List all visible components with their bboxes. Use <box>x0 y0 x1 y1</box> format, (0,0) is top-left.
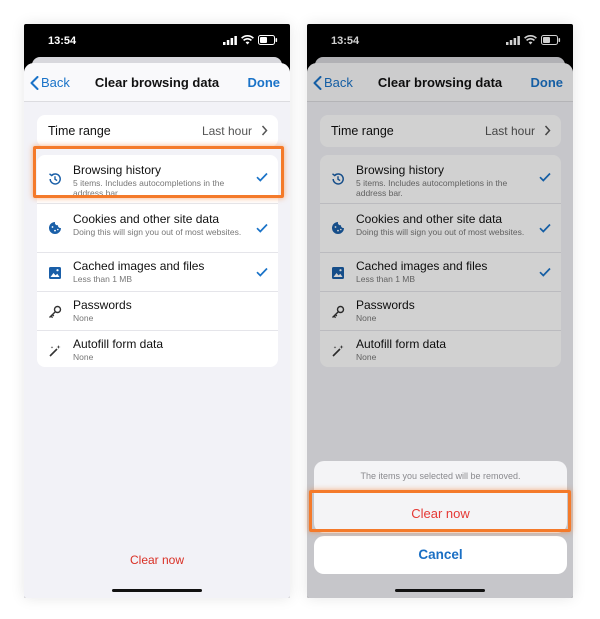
item-subtitle: None <box>73 352 94 362</box>
item-title: Passwords <box>73 298 132 312</box>
item-title: Cached images and files <box>73 259 205 273</box>
home-indicator <box>112 589 202 592</box>
signal-icon <box>223 35 237 45</box>
navigation-bar: Back Clear browsing data Done <box>24 63 290 102</box>
time-range-label: Time range <box>48 124 111 138</box>
key-icon <box>46 303 64 321</box>
item-subtitle: Less than 1 MB <box>73 274 133 284</box>
item-subtitle: None <box>73 313 94 323</box>
status-time: 13:54 <box>48 35 77 47</box>
status-bar: 13:54 <box>24 24 290 54</box>
battery-icon <box>258 35 278 45</box>
time-range-value: Last hour <box>201 124 252 138</box>
item-title: Cookies and other site data <box>73 212 220 226</box>
clear-data-sheet: Back Clear browsing data Done Time range… <box>24 63 290 598</box>
highlight-browsing-history <box>33 146 284 198</box>
chevron-right-icon <box>261 125 268 136</box>
done-button[interactable]: Done <box>248 75 281 90</box>
wifi-icon <box>241 35 254 45</box>
checkmark-icon <box>256 267 268 277</box>
highlight-clear-now <box>309 490 571 532</box>
action-sheet-message: The items you selected will be removed. <box>360 471 521 481</box>
list-item-autofill[interactable]: Autofill form data None <box>37 331 278 367</box>
status-icons <box>223 35 278 45</box>
time-range-row[interactable]: Time range Last hour <box>37 115 278 147</box>
item-subtitle: Doing this will sign you out of most web… <box>73 227 242 237</box>
clear-now-link[interactable]: Clear now <box>24 553 290 567</box>
home-indicator <box>395 589 485 592</box>
list-item-passwords[interactable]: Passwords None <box>37 292 278 331</box>
item-title: Autofill form data <box>73 337 164 351</box>
cancel-button[interactable]: Cancel <box>314 536 567 574</box>
magic-wand-icon <box>46 342 64 360</box>
list-item-cookies[interactable]: Cookies and other site data Doing this w… <box>37 204 278 253</box>
image-icon <box>46 264 64 282</box>
phone-screen-left: 13:54 Back Clear browsing data Done Time… <box>24 24 290 598</box>
checkmark-icon <box>256 223 268 233</box>
list-item-cached-images[interactable]: Cached images and files Less than 1 MB <box>37 253 278 292</box>
cookie-icon <box>46 219 64 237</box>
